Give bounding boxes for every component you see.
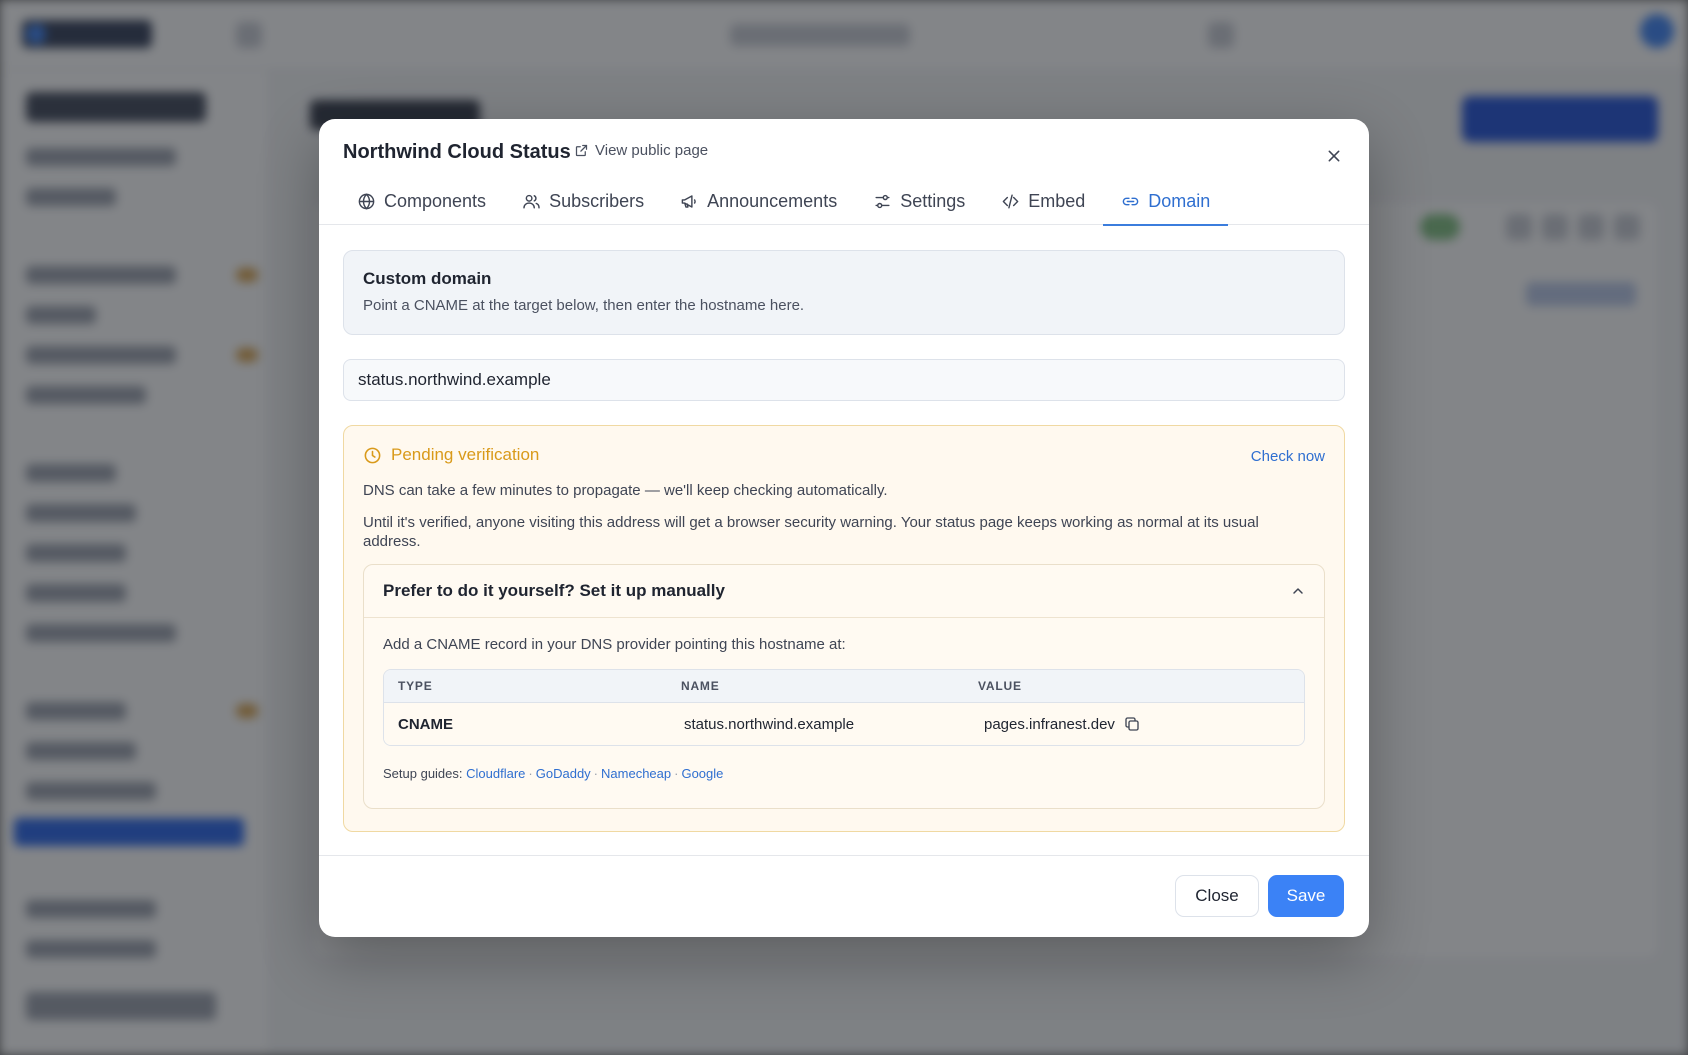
column-header-type: TYPE xyxy=(398,679,433,693)
view-public-page-label: View public page xyxy=(595,142,709,159)
record-value-cell: pages.infranest.dev xyxy=(978,715,1304,733)
setup-guides: Setup guides: Cloudflare · GoDaddy · Nameche… xyxy=(383,766,1305,781)
pending-info-warning: Until it's verified, anyone visiting thi… xyxy=(363,514,1259,550)
column-header-value: VALUE xyxy=(978,679,1022,693)
megaphone-icon xyxy=(681,194,696,208)
guide-separator: · xyxy=(593,766,599,781)
pending-info-propagation: DNS can take a few minutes to propagate … xyxy=(363,482,888,499)
tab-components-label: Components xyxy=(384,190,487,211)
dns-table-header: TYPE NAME VALUE xyxy=(384,670,1304,703)
tab-settings[interactable]: Settings xyxy=(855,177,983,225)
guide-link-google[interactable]: Google xyxy=(681,766,723,781)
guide-link-godaddy[interactable]: GoDaddy xyxy=(536,766,591,781)
tab-domain-label: Domain xyxy=(1148,190,1211,211)
tab-embed-label: Embed xyxy=(1028,190,1086,211)
save-button[interactable]: Save xyxy=(1268,875,1344,917)
table-row: CNAME status.northwind.example pages.inf… xyxy=(384,703,1304,745)
users-icon xyxy=(523,194,540,209)
hostname-input[interactable] xyxy=(343,359,1345,401)
tab-subscribers-label: Subscribers xyxy=(549,190,645,211)
record-name: status.northwind.example xyxy=(684,715,855,733)
check-now-button[interactable]: Check now xyxy=(1251,448,1325,465)
custom-domain-subtitle: Point a CNAME at the target below, then … xyxy=(363,297,805,314)
manual-setup-title: Prefer to do it yourself? Set it up manu… xyxy=(383,581,725,600)
guide-separator: · xyxy=(528,766,533,781)
guide-link-cloudflare[interactable]: Cloudflare xyxy=(466,766,525,781)
modal-title: Northwind Cloud Status xyxy=(343,141,571,163)
close-modal-button[interactable] xyxy=(1323,145,1345,167)
tab-announcements[interactable]: Announcements xyxy=(662,177,855,225)
tab-embed[interactable]: Embed xyxy=(983,177,1103,225)
close-button[interactable]: Close xyxy=(1175,875,1259,917)
record-value: pages.infranest.dev xyxy=(984,715,1115,733)
custom-domain-title: Custom domain xyxy=(363,269,492,288)
code-icon xyxy=(1002,193,1019,209)
manual-setup-body: Add a CNAME record in your DNS provider … xyxy=(364,618,1324,781)
manual-setup-toggle[interactable]: Prefer to do it yourself? Set it up manu… xyxy=(364,565,1324,618)
modal-header: Northwind Cloud Status View public page … xyxy=(319,119,1369,226)
sliders-icon xyxy=(875,194,890,208)
globe-icon xyxy=(358,192,375,210)
status-page-modal: Northwind Cloud Status View public page … xyxy=(319,119,1369,937)
tab-components[interactable]: Components xyxy=(339,177,504,225)
view-public-page-link[interactable]: View public page xyxy=(574,142,708,159)
pending-verification-title: Pending verification xyxy=(391,445,540,464)
pending-verification-panel: Pending verification Check now DNS can t… xyxy=(343,425,1345,832)
dns-record-table: TYPE NAME VALUE CNAME status.northwind.e… xyxy=(383,669,1305,746)
manual-setup-accordion: Prefer to do it yourself? Set it up manu… xyxy=(363,564,1325,809)
copy-icon[interactable] xyxy=(1123,715,1141,733)
pending-verification-header: Pending verification xyxy=(363,445,1325,465)
modal-footer: Close Save xyxy=(319,855,1369,937)
close-icon xyxy=(1328,150,1340,162)
modal-tabs: Components Subscribers Announcements Set… xyxy=(339,177,1229,226)
clock-icon xyxy=(364,447,381,463)
tab-settings-label: Settings xyxy=(900,190,966,211)
tab-domain[interactable]: Domain xyxy=(1103,177,1229,226)
modal-body: Custom domain Point a CNAME at the targe… xyxy=(343,250,1345,832)
custom-domain-card: Custom domain Point a CNAME at the targe… xyxy=(343,250,1345,335)
tab-announcements-label: Announcements xyxy=(707,190,838,211)
external-link-icon xyxy=(575,144,588,157)
setup-guides-label: Setup guides: xyxy=(383,766,463,781)
manual-setup-intro: Add a CNAME record in your DNS provider … xyxy=(383,636,846,653)
guide-separator: · xyxy=(674,766,679,781)
column-header-name: NAME xyxy=(681,679,720,693)
record-type: CNAME xyxy=(398,715,453,733)
chevron-up-icon xyxy=(1293,588,1303,594)
tab-subscribers[interactable]: Subscribers xyxy=(504,177,662,225)
link-icon xyxy=(1123,197,1139,205)
guide-link-namecheap[interactable]: Namecheap xyxy=(601,766,671,781)
